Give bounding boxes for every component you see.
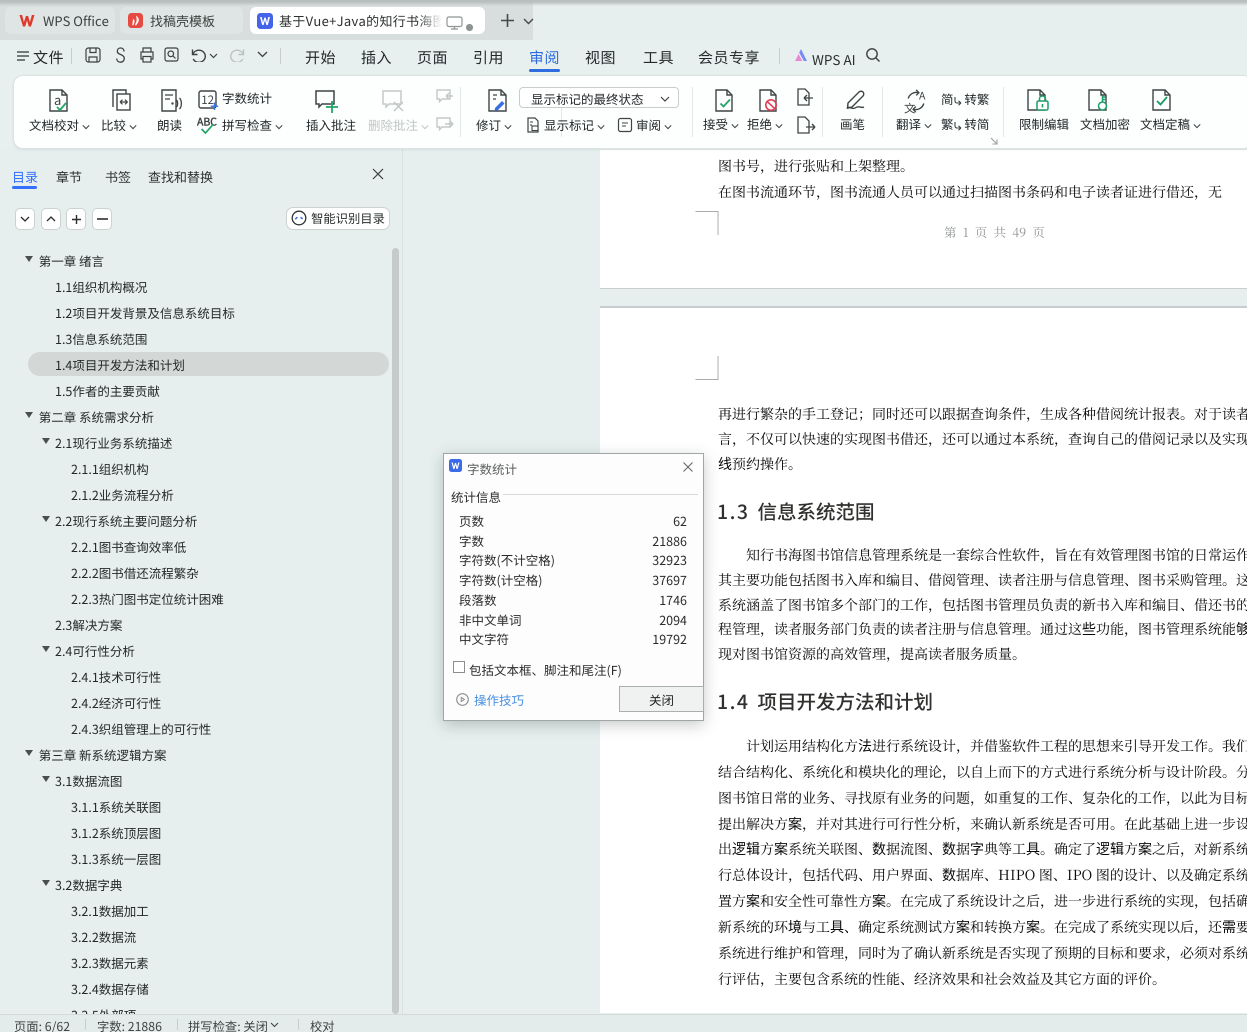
svg-text:a: a xyxy=(54,90,61,109)
svg-text:ABC: ABC xyxy=(197,116,217,130)
svg-text:文: 文 xyxy=(904,101,916,115)
svg-text:A: A xyxy=(919,89,926,104)
